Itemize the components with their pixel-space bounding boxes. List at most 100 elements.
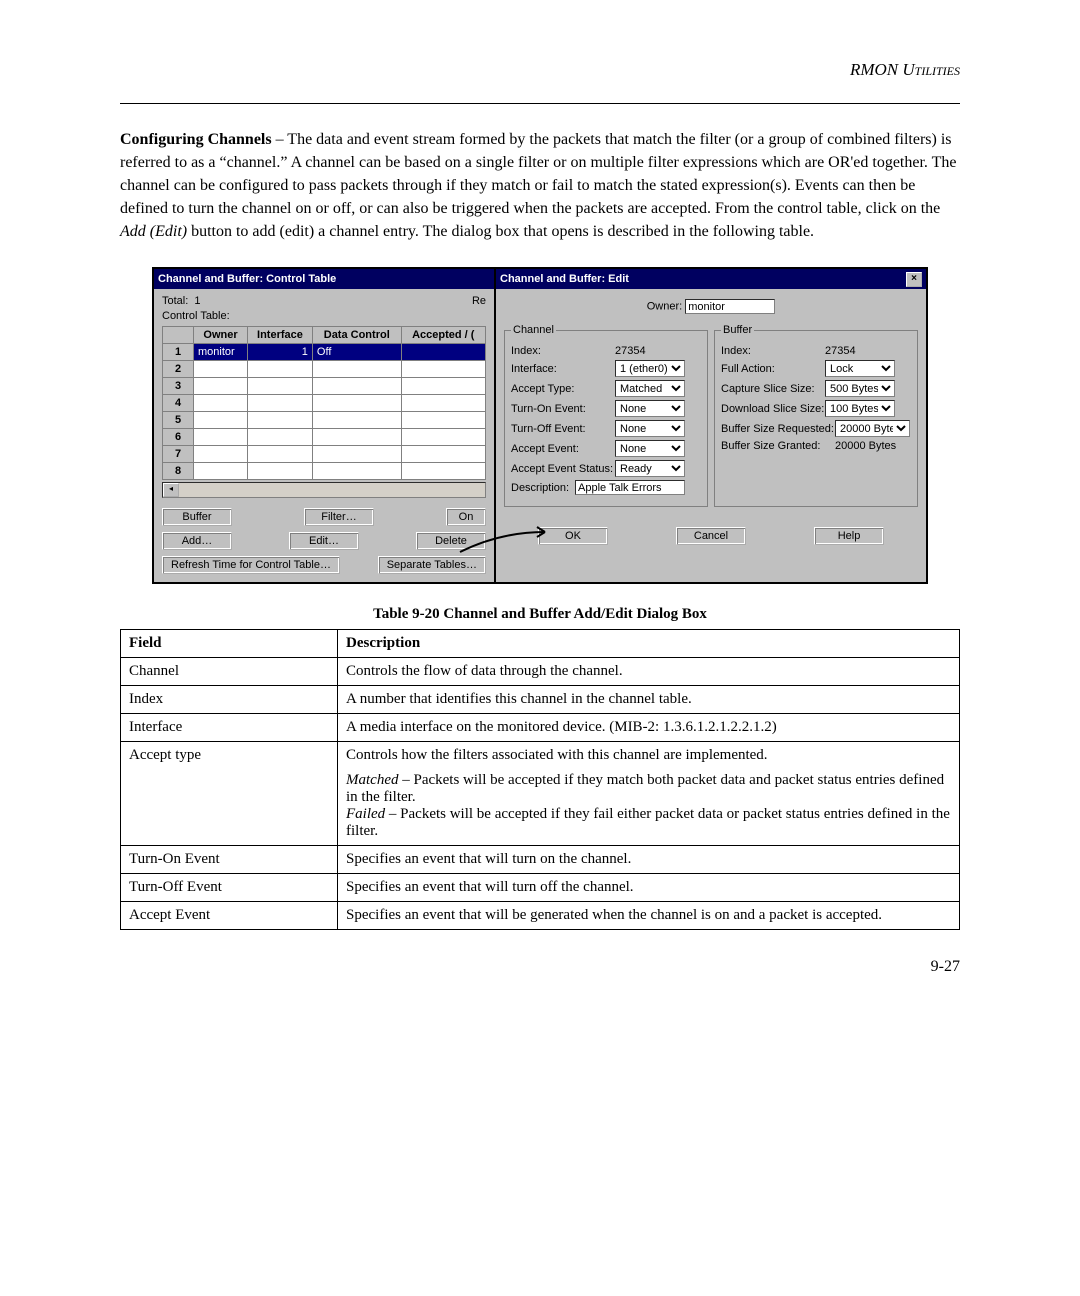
ch-turn-off-label: Turn-Off Event: bbox=[511, 423, 611, 435]
running-head: RMON Utilities bbox=[120, 60, 960, 80]
cell bbox=[401, 412, 485, 429]
description-cell: A number that identifies this channel in… bbox=[338, 686, 960, 714]
ch-description-label: Description: bbox=[511, 482, 571, 494]
ch-interface-label: Interface: bbox=[511, 363, 611, 375]
ch-accept-status-label: Accept Event Status: bbox=[511, 463, 611, 475]
cell bbox=[312, 361, 401, 378]
accept-event-select[interactable]: None bbox=[615, 440, 685, 457]
edit-button[interactable]: Edit… bbox=[289, 532, 359, 550]
download-slice-select[interactable]: 100 Bytes bbox=[825, 400, 895, 417]
col-owner: Owner bbox=[194, 327, 248, 344]
ch-accept-type-label: Accept Type: bbox=[511, 383, 611, 395]
buf-index-value: 27354 bbox=[825, 345, 856, 357]
table-row[interactable]: 7 bbox=[163, 446, 486, 463]
row-number: 3 bbox=[163, 378, 194, 395]
refresh-time-button[interactable]: Refresh Time for Control Table… bbox=[162, 556, 340, 574]
cell bbox=[248, 395, 313, 412]
row-number: 6 bbox=[163, 429, 194, 446]
table-row[interactable]: 6 bbox=[163, 429, 486, 446]
cell bbox=[248, 429, 313, 446]
add-button[interactable]: Add… bbox=[162, 532, 232, 550]
channel-legend: Channel bbox=[511, 324, 556, 336]
accept-type-select[interactable]: Matched bbox=[615, 380, 685, 397]
full-action-select[interactable]: Lock bbox=[825, 360, 895, 377]
table-row: Accept EventSpecifies an event that will… bbox=[121, 902, 960, 930]
ch-index-label: Index: bbox=[511, 345, 611, 357]
buf-granted-value: 20000 Bytes bbox=[835, 440, 896, 452]
cell bbox=[248, 463, 313, 480]
on-button[interactable]: On bbox=[446, 508, 486, 526]
re-label: Re bbox=[472, 295, 486, 307]
cell bbox=[194, 463, 248, 480]
col-interface: Interface bbox=[248, 327, 313, 344]
scroll-left-icon[interactable]: ◂ bbox=[163, 483, 179, 497]
table-row: IndexA number that identifies this chann… bbox=[121, 686, 960, 714]
buffer-button[interactable]: Buffer bbox=[162, 508, 232, 526]
table-row[interactable]: 8 bbox=[163, 463, 486, 480]
interface-select[interactable]: 1 (ether0) bbox=[615, 360, 685, 377]
table-row[interactable]: 5 bbox=[163, 412, 486, 429]
control-table-grid[interactable]: Owner Interface Data Control Accepted / … bbox=[162, 326, 486, 480]
cell bbox=[401, 361, 485, 378]
capture-slice-select[interactable]: 500 Bytes bbox=[825, 380, 895, 397]
cell bbox=[194, 429, 248, 446]
buf-capture-label: Capture Slice Size: bbox=[721, 383, 821, 395]
cell bbox=[312, 463, 401, 480]
accept-status-select[interactable]: Ready bbox=[615, 460, 685, 477]
close-icon[interactable]: × bbox=[906, 272, 922, 287]
col-accepted: Accepted / ( bbox=[401, 327, 485, 344]
table-row: Turn-On EventSpecifies an event that wil… bbox=[121, 846, 960, 874]
help-button[interactable]: Help bbox=[814, 527, 884, 545]
col-data-control: Data Control bbox=[312, 327, 401, 344]
cancel-button[interactable]: Cancel bbox=[676, 527, 746, 545]
cell bbox=[248, 446, 313, 463]
row-number: 1 bbox=[163, 344, 194, 361]
cell: 1 bbox=[248, 344, 313, 361]
buffer-legend: Buffer bbox=[721, 324, 754, 336]
cell bbox=[194, 446, 248, 463]
cell bbox=[312, 395, 401, 412]
cell bbox=[312, 412, 401, 429]
buf-full-action-label: Full Action: bbox=[721, 363, 821, 375]
row-number: 2 bbox=[163, 361, 194, 378]
ok-button[interactable]: OK bbox=[538, 527, 608, 545]
para-text-2: button to add (edit) a channel entry. Th… bbox=[187, 223, 814, 240]
filter-button[interactable]: Filter… bbox=[304, 508, 374, 526]
control-table-sublabel: Control Table: bbox=[162, 310, 486, 322]
table-row: Turn-Off EventSpecifies an event that wi… bbox=[121, 874, 960, 902]
control-table-titlebar: Channel and Buffer: Control Table bbox=[154, 269, 494, 289]
turn-on-select[interactable]: None bbox=[615, 400, 685, 417]
delete-button[interactable]: Delete bbox=[416, 532, 486, 550]
description-field[interactable] bbox=[575, 480, 685, 495]
owner-field[interactable] bbox=[685, 299, 775, 314]
row-number: 5 bbox=[163, 412, 194, 429]
ch-index-value: 27354 bbox=[615, 345, 646, 357]
owner-label: Owner: bbox=[647, 301, 682, 313]
separate-tables-button[interactable]: Separate Tables… bbox=[378, 556, 486, 574]
description-cell: Specifies an event that will be generate… bbox=[338, 902, 960, 930]
field-cell: Channel bbox=[121, 658, 338, 686]
cell bbox=[248, 412, 313, 429]
turn-off-select[interactable]: None bbox=[615, 420, 685, 437]
cell bbox=[194, 361, 248, 378]
table-row[interactable]: 2 bbox=[163, 361, 486, 378]
field-cell: Index bbox=[121, 686, 338, 714]
ch-turn-on-label: Turn-On Event: bbox=[511, 403, 611, 415]
buffer-size-req-select[interactable]: 20000 Bytes bbox=[835, 420, 910, 437]
table-row[interactable]: 3 bbox=[163, 378, 486, 395]
table-row: ChannelControls the flow of data through… bbox=[121, 658, 960, 686]
cell bbox=[248, 378, 313, 395]
control-table-dialog: Channel and Buffer: Control Table Total:… bbox=[152, 267, 496, 584]
horizontal-scrollbar[interactable]: ◂ bbox=[162, 482, 486, 498]
description-cell: Specifies an event that will turn on the… bbox=[338, 846, 960, 874]
field-cell: Interface bbox=[121, 714, 338, 742]
table-row: Accept typeControls how the filters asso… bbox=[121, 742, 960, 846]
cell: Off bbox=[312, 344, 401, 361]
cell bbox=[194, 395, 248, 412]
row-number: 8 bbox=[163, 463, 194, 480]
table-row[interactable]: 4 bbox=[163, 395, 486, 412]
col-rownum bbox=[163, 327, 194, 344]
table-row[interactable]: 1monitor1Off bbox=[163, 344, 486, 361]
buf-req-label: Buffer Size Requested: bbox=[721, 423, 831, 435]
cell bbox=[401, 395, 485, 412]
